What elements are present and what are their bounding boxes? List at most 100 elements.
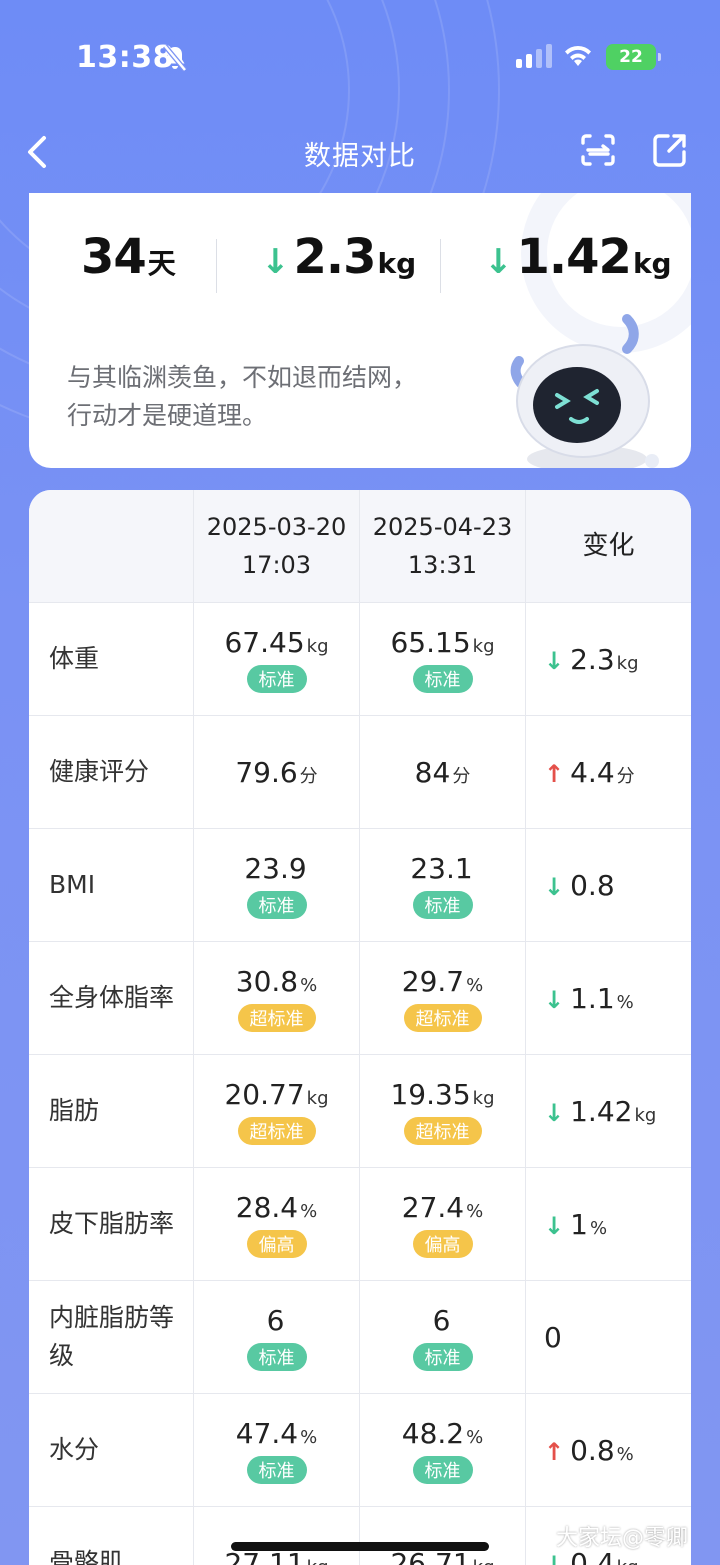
- metric-value: 28.4: [235, 1190, 299, 1224]
- down-arrow-icon: ↓: [544, 872, 565, 901]
- metric-value-group: 20.77 kg: [224, 1078, 328, 1111]
- status-badge: 偏高: [246, 1229, 307, 1258]
- change-value: 2.3: [570, 642, 615, 676]
- change-unit: kg: [617, 1557, 639, 1565]
- value-cell: 20.77 kg 超标准: [194, 1055, 360, 1167]
- status-badge: 偏高: [412, 1229, 473, 1258]
- change-cell: ↓ 2.3 kg: [526, 603, 691, 715]
- table-row: 全身体脂率 30.8% 超标准 29.7% 超标准 ↓ 1.1%: [29, 941, 691, 1054]
- metric-value-group: 65.15 kg: [390, 626, 494, 659]
- status-badge: 标准: [246, 1455, 307, 1484]
- status-badge: 标准: [412, 1455, 473, 1484]
- header-change: 变化: [526, 490, 691, 602]
- metric-value-group: 48.2%: [402, 1417, 483, 1450]
- change-value: 0.8: [570, 1433, 615, 1467]
- status-badge: 标准: [412, 890, 473, 919]
- metric-value: 20.77: [224, 1077, 305, 1111]
- summary-card: 34 天 ↓ 2.3 kg ↓ 1.42 kg 与其临渊羡鱼，不如退而结网， 行…: [29, 193, 691, 468]
- metric-unit: kg: [472, 635, 495, 657]
- value-cell: 47.4% 标准: [194, 1394, 360, 1506]
- fat-change-unit: kg: [632, 247, 672, 280]
- metric-unit: 分: [452, 765, 471, 787]
- value-cell: 30.8% 超标准: [194, 942, 360, 1054]
- weight-change-stat: ↓ 2.3 kg: [261, 229, 416, 285]
- change-value: 0: [544, 1320, 562, 1354]
- metric-unit: %: [300, 1200, 318, 1222]
- down-arrow-icon: ↓: [544, 985, 565, 1014]
- metric-unit: %: [466, 1426, 484, 1448]
- change-value: 0.8: [570, 868, 615, 902]
- change-cell: 0: [526, 1281, 691, 1393]
- quote-line: 行动才是硬道理。: [67, 401, 268, 430]
- metric-value-group: 67.45 kg: [224, 626, 328, 659]
- metric-value-group: 79.6 分: [235, 756, 317, 789]
- metric-unit: kg: [306, 1087, 329, 1109]
- change-cell: ↑ 0.8%: [526, 1394, 691, 1506]
- metric-value: 23.9: [244, 851, 307, 885]
- days-stat: 34 天: [81, 229, 176, 285]
- change-cell: ↑ 4.4 分: [526, 716, 691, 828]
- change-value-group: ↓ 1%: [544, 1208, 607, 1241]
- switch-compare-icon[interactable]: [578, 130, 618, 170]
- value-cell: 6 标准: [360, 1281, 526, 1393]
- change-unit: %: [616, 991, 634, 1013]
- metric-label: 内脏脂肪等级: [29, 1281, 194, 1393]
- divider: [216, 239, 217, 293]
- value-cell: 19.35 kg 超标准: [360, 1055, 526, 1167]
- table-header: 2025-03-20 17:03 2025-04-23 13:31 变化: [29, 490, 691, 602]
- change-value-group: ↑ 0.8%: [544, 1434, 634, 1467]
- change-value-group: ↓ 1.42 kg: [544, 1095, 656, 1128]
- change-value: 1.1: [570, 981, 615, 1015]
- divider: [440, 239, 441, 293]
- value-cell: 27.11kg: [194, 1507, 360, 1565]
- value-cell: 29.7% 超标准: [360, 942, 526, 1054]
- metric-value-group: 47.4%: [236, 1417, 317, 1450]
- change-value-group: ↓ 2.3 kg: [544, 643, 639, 676]
- fat-change-value: 1.42: [516, 229, 632, 285]
- table-row: 体重 67.45 kg 标准 65.15 kg 标准 ↓ 2.3 kg: [29, 602, 691, 715]
- metric-unit: %: [300, 1426, 318, 1448]
- change-unit: %: [616, 1443, 634, 1465]
- metric-value-group: 23.1: [410, 852, 474, 885]
- metric-label: 皮下脂肪率: [29, 1168, 194, 1280]
- metric-value-group: 28.4%: [236, 1191, 317, 1224]
- metric-label: 骨骼肌: [29, 1507, 194, 1565]
- comparison-table: 2025-03-20 17:03 2025-04-23 13:31 变化 体重 6…: [29, 490, 691, 1565]
- status-badge: 超标准: [237, 1116, 316, 1145]
- header-time: 13:31: [407, 551, 478, 579]
- change-value-group: ↑ 4.4 分: [544, 756, 635, 789]
- value-cell: 79.6 分: [194, 716, 360, 828]
- home-indicator[interactable]: [231, 1542, 489, 1551]
- metric-value-group: 29.7%: [402, 965, 483, 998]
- battery-icon: 22: [606, 44, 661, 70]
- value-cell: 28.4% 偏高: [194, 1168, 360, 1280]
- fat-change-stat: ↓ 1.42 kg: [484, 229, 672, 285]
- status-badge: 标准: [412, 664, 473, 693]
- metric-value: 6: [432, 1303, 451, 1337]
- header-time: 17:03: [241, 551, 312, 579]
- metric-value-group: 6: [433, 1304, 453, 1337]
- metric-unit: kg: [472, 1087, 495, 1109]
- status-badge: 超标准: [403, 1116, 482, 1145]
- value-cell: 27.4% 偏高: [360, 1168, 526, 1280]
- cellular-signal-icon: [516, 44, 552, 68]
- metric-value-group: 27.4%: [402, 1191, 483, 1224]
- quote-line: 与其临渊羡鱼，不如退而结网，: [67, 363, 418, 392]
- status-badge: 超标准: [237, 1003, 316, 1032]
- metric-label: 水分: [29, 1394, 194, 1506]
- metric-value: 47.4: [235, 1416, 299, 1450]
- days-unit: 天: [147, 247, 176, 280]
- value-cell: 23.1 标准: [360, 829, 526, 941]
- change-cell: ↓ 1.1%: [526, 942, 691, 1054]
- metric-value: 6: [266, 1303, 285, 1337]
- metric-value: 19.35: [390, 1077, 471, 1111]
- robot-mascot-icon: [510, 314, 659, 468]
- table-row: 内脏脂肪等级 6 标准 6 标准 0: [29, 1280, 691, 1393]
- metric-value-group: 6: [267, 1304, 287, 1337]
- weight-change-value: 2.3: [293, 229, 377, 285]
- share-icon[interactable]: [650, 130, 690, 170]
- table-body: 体重 67.45 kg 标准 65.15 kg 标准 ↓ 2.3 kg 健康评分 79.6 分 84 分 ↑ 4…: [29, 602, 691, 1565]
- table-row: 水分 47.4% 标准 48.2% 标准 ↑ 0.8%: [29, 1393, 691, 1506]
- header-date: 2025-03-20: [206, 513, 347, 541]
- value-cell: 6 标准: [194, 1281, 360, 1393]
